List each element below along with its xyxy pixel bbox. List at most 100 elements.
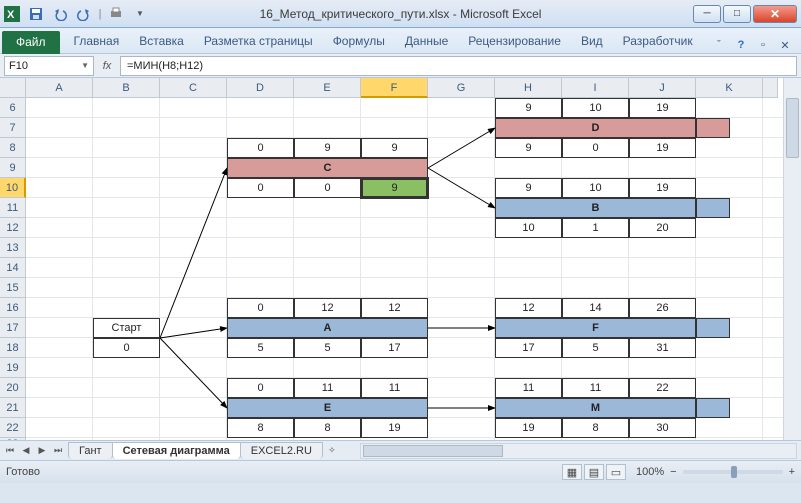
node-B-r3c0[interactable]: 10	[495, 218, 562, 238]
node-B-r1c0[interactable]: 9	[495, 178, 562, 198]
row-header-22[interactable]: 22	[0, 418, 26, 438]
qat-dropdown-icon[interactable]: ▼	[129, 3, 151, 25]
sheet-nav-first-icon[interactable]: ⏮	[2, 443, 18, 459]
node-M-r3c1[interactable]: 8	[562, 418, 629, 438]
node-C-label[interactable]: C	[227, 158, 428, 178]
view-page-layout-icon[interactable]: ▤	[584, 464, 604, 480]
node-F-r1c0[interactable]: 12	[495, 298, 562, 318]
row-header-12[interactable]: 12	[0, 218, 26, 238]
node-A-r3c0[interactable]: 5	[227, 338, 294, 358]
col-header-F[interactable]: F	[361, 78, 428, 98]
fx-icon[interactable]: fx	[98, 60, 116, 72]
node-C-r3c2[interactable]: 9	[361, 178, 428, 198]
sheet-nav-prev-icon[interactable]: ◀	[18, 443, 34, 459]
formula-input[interactable]: =МИН(H8;H12)	[120, 56, 797, 76]
zoom-out-icon[interactable]: −	[670, 466, 676, 478]
file-tab[interactable]: Файл	[2, 31, 60, 54]
node-D-r3c2[interactable]: 19	[629, 138, 696, 158]
node-A-r1c0[interactable]: 0	[227, 298, 294, 318]
start-value[interactable]: 0	[93, 338, 160, 358]
node-F-r3c0[interactable]: 17	[495, 338, 562, 358]
view-page-break-icon[interactable]: ▭	[606, 464, 626, 480]
node-A-r3c2[interactable]: 17	[361, 338, 428, 358]
ribbon-tab-page-layout[interactable]: Разметка страницы	[194, 30, 323, 53]
name-box-dropdown-icon[interactable]: ▼	[81, 61, 89, 70]
ribbon-tab-view[interactable]: Вид	[571, 30, 613, 53]
window-inner-close-icon[interactable]: ✕	[777, 37, 793, 53]
node-D-label[interactable]: D	[495, 118, 696, 138]
row-header-13[interactable]: 13	[0, 238, 26, 258]
node-M-r3c0[interactable]: 19	[495, 418, 562, 438]
sheet-tab-2[interactable]: EXCEL2.RU	[240, 442, 323, 459]
node-B-r1c2[interactable]: 19	[629, 178, 696, 198]
node-M-r1c2[interactable]: 22	[629, 378, 696, 398]
node-E-r3c0[interactable]: 8	[227, 418, 294, 438]
row-header-21[interactable]: 21	[0, 398, 26, 418]
node-E-r3c1[interactable]: 8	[294, 418, 361, 438]
row-header-10[interactable]: 10	[0, 178, 26, 198]
stub-f-right[interactable]	[696, 318, 730, 338]
worksheet-grid[interactable]: ABCDEFGHIJK 6789101112131415161718192021…	[0, 78, 801, 441]
row-header-19[interactable]: 19	[0, 358, 26, 378]
stub-d-right[interactable]	[696, 118, 730, 138]
col-header-A[interactable]: A	[26, 78, 93, 98]
row-header-15[interactable]: 15	[0, 278, 26, 298]
horizontal-scrollbar[interactable]	[360, 443, 797, 459]
node-E-r1c0[interactable]: 0	[227, 378, 294, 398]
minimize-button[interactable]: ─	[693, 5, 721, 23]
row-header-7[interactable]: 7	[0, 118, 26, 138]
node-E-r3c2[interactable]: 19	[361, 418, 428, 438]
col-header-K[interactable]: K	[696, 78, 763, 98]
node-D-r1c1[interactable]: 10	[562, 98, 629, 118]
row-header-8[interactable]: 8	[0, 138, 26, 158]
ribbon-tab-formulas[interactable]: Формулы	[323, 30, 395, 53]
col-header-E[interactable]: E	[294, 78, 361, 98]
sheet-tab-0[interactable]: Гант	[68, 442, 113, 459]
view-normal-icon[interactable]: ▦	[562, 464, 582, 480]
ribbon-tab-developer[interactable]: Разработчик	[613, 30, 703, 53]
node-M-label[interactable]: M	[495, 398, 696, 418]
node-C-r1c2[interactable]: 9	[361, 138, 428, 158]
maximize-button[interactable]: □	[723, 5, 751, 23]
row-header-11[interactable]: 11	[0, 198, 26, 218]
undo-icon[interactable]	[49, 3, 71, 25]
node-M-r3c2[interactable]: 30	[629, 418, 696, 438]
zoom-slider[interactable]	[683, 470, 783, 474]
row-header-23[interactable]: 23	[0, 438, 26, 441]
node-D-r3c1[interactable]: 0	[562, 138, 629, 158]
node-A-r3c1[interactable]: 5	[294, 338, 361, 358]
stub-m-right[interactable]	[696, 398, 730, 418]
node-B-r1c1[interactable]: 10	[562, 178, 629, 198]
ribbon-tab-home[interactable]: Главная	[64, 30, 130, 53]
node-M-r1c0[interactable]: 11	[495, 378, 562, 398]
row-header-14[interactable]: 14	[0, 258, 26, 278]
node-D-r1c2[interactable]: 19	[629, 98, 696, 118]
cells-area[interactable]: Старт0099C00991019D901991019B1012001212A…	[26, 98, 783, 440]
vscroll-thumb[interactable]	[786, 98, 799, 158]
node-C-r3c1[interactable]: 0	[294, 178, 361, 198]
node-F-label[interactable]: F	[495, 318, 696, 338]
node-F-r1c2[interactable]: 26	[629, 298, 696, 318]
save-icon[interactable]	[25, 3, 47, 25]
print-preview-icon[interactable]	[105, 3, 127, 25]
col-header-J[interactable]: J	[629, 78, 696, 98]
row-header-18[interactable]: 18	[0, 338, 26, 358]
name-box[interactable]: F10 ▼	[4, 56, 94, 76]
node-B-label[interactable]: B	[495, 198, 696, 218]
window-restore-icon[interactable]: ▫	[755, 37, 771, 53]
col-header-G[interactable]: G	[428, 78, 495, 98]
help-icon[interactable]: ?	[733, 37, 749, 53]
sheet-tab-1[interactable]: Сетевая диаграмма	[112, 442, 241, 459]
node-B-r3c2[interactable]: 20	[629, 218, 696, 238]
node-B-r3c1[interactable]: 1	[562, 218, 629, 238]
redo-icon[interactable]	[73, 3, 95, 25]
sheet-nav-last-icon[interactable]: ⏭	[50, 443, 66, 459]
row-header-6[interactable]: 6	[0, 98, 26, 118]
col-header-I[interactable]: I	[562, 78, 629, 98]
node-C-r1c1[interactable]: 9	[294, 138, 361, 158]
stub-b-right[interactable]	[696, 198, 730, 218]
select-all-corner[interactable]	[0, 78, 26, 98]
node-C-r3c0[interactable]: 0	[227, 178, 294, 198]
col-header-H[interactable]: H	[495, 78, 562, 98]
row-header-9[interactable]: 9	[0, 158, 26, 178]
